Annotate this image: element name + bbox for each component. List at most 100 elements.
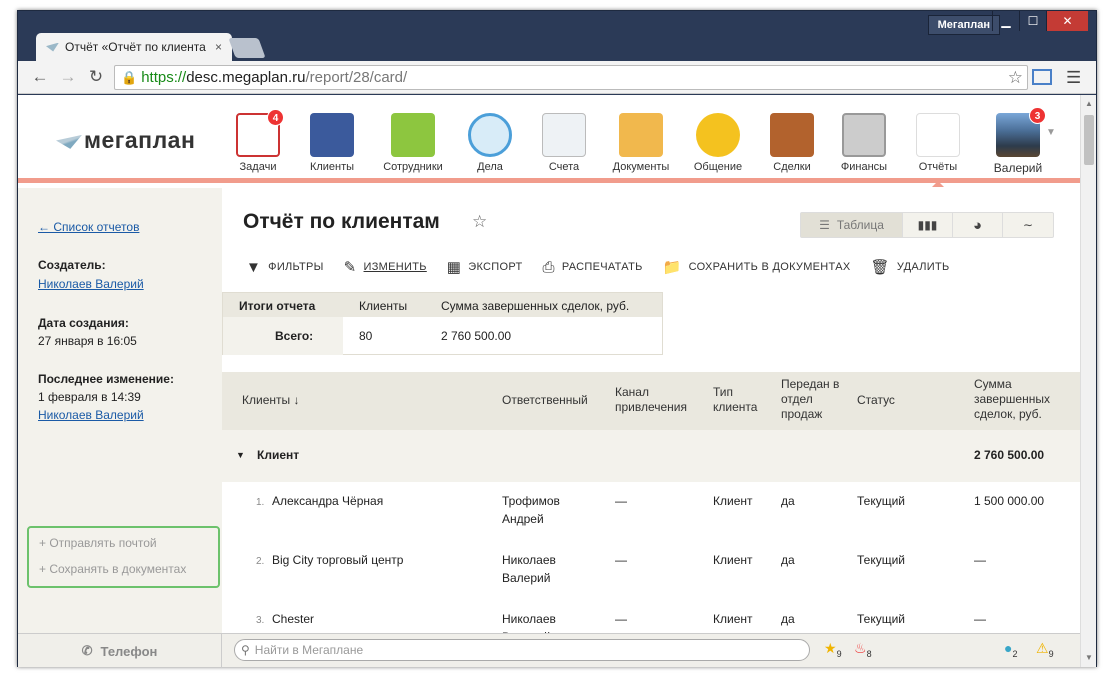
cell-client[interactable]: Big City торговый центр <box>272 551 403 569</box>
send-by-mail-button[interactable]: + Отправлять почтой <box>39 536 157 550</box>
user-badge: 3 <box>1029 107 1046 124</box>
tab-close-icon[interactable]: × <box>215 40 222 54</box>
favorite-star-icon[interactable]: ☆ <box>472 212 487 232</box>
nav-chat[interactable]: Общение <box>690 113 746 173</box>
modified-label: Последнее изменение: <box>38 372 174 386</box>
delete-button[interactable]: 🗑 УДАЛИТЬ <box>870 258 949 276</box>
group-label: Клиент <box>257 448 300 462</box>
maximize-button[interactable]: ☐ <box>1019 11 1046 31</box>
nav-invoices[interactable]: Счета <box>540 113 588 173</box>
column-channel[interactable]: Канал привлечения <box>615 385 705 415</box>
new-tab-button[interactable] <box>228 38 266 58</box>
menu-icon[interactable]: ☰ <box>1066 68 1081 88</box>
nav-clock[interactable]: Дела <box>466 113 514 173</box>
search-input[interactable]: ⚲ Найти в Мегаплане <box>234 639 810 661</box>
creator-link[interactable]: Николаев Валерий <box>38 277 144 291</box>
group-row[interactable]: ▼ Клиент 2 760 500.00 <box>222 430 1080 482</box>
alerts-counter[interactable]: ⚠9 <box>1036 640 1054 659</box>
back-to-reports-link[interactable]: ← Список отчетов <box>38 220 139 234</box>
column-sent[interactable]: Передан в отдел продаж <box>781 377 841 422</box>
invoices-icon <box>542 113 586 157</box>
scroll-up-icon[interactable]: ▲ <box>1085 99 1093 108</box>
print-button[interactable]: ⎙ РАСПЕЧАТАТЬ <box>543 258 643 276</box>
summary-table: Итоги отчета Клиенты Сумма завершенных с… <box>222 292 663 355</box>
save-to-docs-button[interactable]: 📁 СОХРАНИТЬ В ДОКУМЕНТАХ <box>663 258 851 276</box>
table-header: Клиенты ↓ Ответственный Канал привлечени… <box>222 372 1080 430</box>
cell-num: 3. <box>256 615 265 626</box>
nav-tasks[interactable]: 4 Задачи <box>234 109 284 173</box>
nav-clients[interactable]: Клиенты <box>306 113 358 173</box>
window-controls: ▁ ☐ ✕ <box>992 11 1088 33</box>
phone-button[interactable]: ✆ Телефон <box>18 634 222 668</box>
nav-employees[interactable]: Сотрудники <box>376 113 450 173</box>
favicon-icon <box>46 42 59 52</box>
creator-label: Создатель: <box>38 258 106 272</box>
table-row[interactable]: 1. Александра Чёрная Трофимов Андрей — Клиен… <box>222 482 1080 540</box>
excel-icon: ▦ <box>446 259 462 276</box>
cell-client[interactable]: Александра Чёрная <box>272 492 383 510</box>
scrollbar[interactable]: ▲ ▼ <box>1080 95 1096 667</box>
status-bar: ✆ Телефон ⚲ Найти в Мегаплане ★9 ♨8 ●2 ⚠9 <box>18 633 1080 668</box>
column-sum[interactable]: Сумма завершенных сделок, руб. <box>974 377 1069 422</box>
browser-window: Мегаплан ▁ ☐ ✕ Отчёт «Отчёт по клиента ×… <box>17 10 1097 668</box>
logo[interactable]: мегаплан <box>56 127 195 154</box>
back-icon[interactable]: ← <box>26 63 54 91</box>
employees-icon <box>391 113 435 157</box>
save-to-documents-button[interactable]: + Сохранять в документах <box>39 562 186 576</box>
folder-icon <box>619 113 663 157</box>
lock-icon: 🔒 <box>121 69 138 85</box>
export-button[interactable]: ▦ ЭКСПОРТ <box>447 258 523 276</box>
collapse-icon[interactable]: ▼ <box>236 450 245 460</box>
tab-table[interactable]: ☰ Таблица <box>801 213 903 237</box>
filters-button[interactable]: ▼ ФИЛЬТРЫ <box>246 258 324 276</box>
scroll-down-icon[interactable]: ▼ <box>1085 653 1093 662</box>
reload-icon[interactable]: ↻ <box>82 63 110 91</box>
pie-chart-icon[interactable]: ◕ <box>953 213 1003 237</box>
bar-chart-icon[interactable]: ▮▮▮ <box>903 213 953 237</box>
nav-folder[interactable]: Документы <box>606 113 676 173</box>
bookmark-star-icon[interactable]: ☆ <box>1008 68 1023 88</box>
cell-type: Клиент <box>713 494 753 508</box>
column-responsible[interactable]: Ответственный <box>502 393 588 408</box>
reports-icon <box>916 113 960 157</box>
cell-resp: Трофимов Андрей <box>502 494 560 526</box>
close-window-button[interactable]: ✕ <box>1046 11 1088 31</box>
column-status[interactable]: Статус <box>857 393 895 408</box>
chevron-down-icon[interactable]: ▼ <box>1046 127 1056 138</box>
nav-reports[interactable]: Отчёты <box>912 113 964 187</box>
column-clients[interactable]: Клиенты ↓ <box>242 393 299 408</box>
nav-briefcase[interactable]: Сделки <box>766 113 818 173</box>
messages-counter[interactable]: ●2 <box>1004 640 1017 659</box>
minimize-button[interactable]: ▁ <box>992 11 1019 31</box>
cell-status: Текущий <box>857 553 905 567</box>
nav-safe[interactable]: Финансы <box>836 113 892 173</box>
favorites-counter[interactable]: ★9 <box>824 640 842 659</box>
address-bar[interactable]: 🔒 https://desc.megaplan.ru/report/28/car… <box>114 65 1028 90</box>
modified-value: 1 февраля в 14:39 <box>38 390 141 404</box>
column-type[interactable]: Тип клиента <box>713 385 763 415</box>
scroll-thumb[interactable] <box>1084 115 1094 165</box>
cell-client[interactable]: Chester <box>272 610 314 628</box>
nav-label: Клиенты <box>309 161 355 173</box>
cell-type: Клиент <box>713 612 753 626</box>
cell-num: 2. <box>256 556 265 567</box>
summary-header-clients: Клиенты <box>359 299 408 313</box>
forward-icon[interactable]: → <box>54 63 82 91</box>
nav-label: Сделки <box>773 161 811 173</box>
cell-resp: Николаев Валерий <box>502 612 556 633</box>
edit-button[interactable]: ✎ ИЗМЕНИТЬ <box>344 258 427 276</box>
profile-label[interactable]: Мегаплан <box>927 15 1000 35</box>
browser-tab[interactable]: Отчёт «Отчёт по клиента × <box>36 33 232 61</box>
logo-plane-icon <box>56 134 82 149</box>
line-chart-icon[interactable]: ∼ <box>1003 213 1053 237</box>
nav-label: Сотрудники <box>383 161 443 173</box>
extension-icon[interactable] <box>1032 69 1052 85</box>
hot-counter[interactable]: ♨8 <box>854 640 872 659</box>
table-row[interactable]: 2. Big City торговый центр Николаев Валери… <box>222 541 1080 599</box>
table-row[interactable]: 3. Chester Николаев Валерий — Клиент да Текущи… <box>222 600 1080 633</box>
nav-label: Финансы <box>840 161 888 173</box>
created-label: Дата создания: <box>38 316 129 330</box>
user-menu[interactable]: 3 Валерий ▼ <box>988 107 1056 175</box>
cell-sum: — <box>974 553 986 567</box>
modified-by-link[interactable]: Николаев Валерий <box>38 408 144 422</box>
